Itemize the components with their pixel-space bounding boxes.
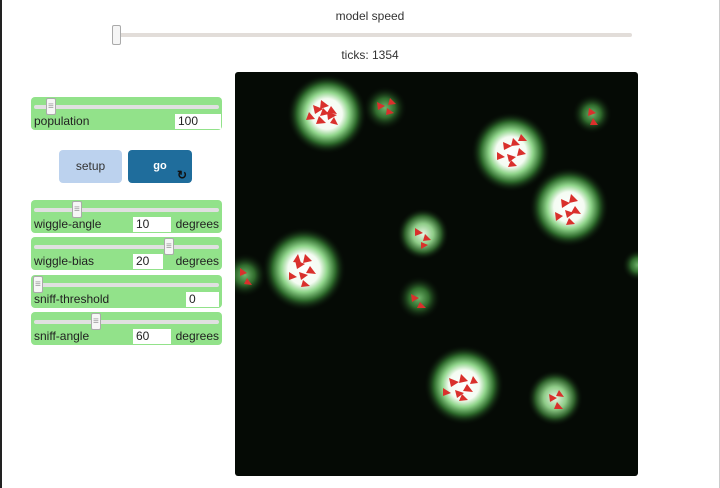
wiggle-bias-slider-widget[interactable]: wiggle-bias 20 degrees [31, 237, 222, 270]
pheromone-blob [363, 86, 407, 130]
population-slider-widget[interactable]: population 100 [31, 97, 222, 130]
wiggle-bias-label: wiggle-bias [34, 254, 95, 268]
sniff-threshold-value[interactable]: 0 [186, 292, 219, 307]
pheromone-blob [471, 112, 551, 192]
world-view[interactable] [235, 72, 638, 476]
wiggle-angle-label: wiggle-angle [34, 217, 102, 231]
pheromone-blob [397, 208, 449, 260]
sniff-threshold-slider-widget[interactable]: sniff-threshold 0 [31, 275, 222, 308]
pheromone-blob [262, 227, 346, 311]
wiggle-bias-slider-thumb[interactable] [164, 238, 174, 255]
sniff-angle-slider-widget[interactable]: sniff-angle 60 degrees [31, 312, 222, 345]
sniff-angle-slider-thumb[interactable] [91, 313, 101, 330]
pheromone-blob [622, 249, 638, 281]
population-slider-thumb[interactable] [46, 98, 56, 115]
sniff-angle-label: sniff-angle [34, 329, 90, 343]
wiggle-angle-slider-track[interactable] [34, 208, 219, 212]
pheromone-blob [424, 345, 504, 425]
sniff-threshold-slider-thumb[interactable] [33, 276, 43, 293]
model-speed-thumb[interactable] [112, 25, 121, 45]
wiggle-angle-value[interactable]: 10 [133, 217, 171, 232]
wiggle-angle-units: degrees [175, 217, 219, 231]
go-button[interactable]: go ↻ [128, 150, 192, 183]
model-speed-slider[interactable] [114, 33, 632, 37]
sniff-angle-value[interactable]: 60 [133, 329, 171, 344]
world-canvas [235, 74, 638, 426]
go-label: go [153, 160, 167, 172]
pheromone-blob [235, 253, 267, 297]
refresh-icon: ↻ [176, 168, 188, 182]
wiggle-bias-value[interactable]: 20 [133, 254, 163, 269]
population-value[interactable]: 100 [175, 114, 221, 129]
sniff-threshold-label: sniff-threshold [34, 292, 110, 306]
setup-button[interactable]: setup [59, 150, 122, 183]
population-slider-track[interactable] [34, 105, 219, 109]
wiggle-angle-slider-widget[interactable]: wiggle-angle 10 degrees [31, 200, 222, 233]
sniff-threshold-slider-track[interactable] [34, 283, 219, 287]
ticks-counter: ticks: 1354 [341, 48, 399, 62]
model-speed-label: model speed [335, 9, 405, 23]
wiggle-bias-slider-track[interactable] [34, 245, 219, 249]
wiggle-bias-units: degrees [175, 254, 219, 268]
pheromone-blob [529, 167, 609, 247]
population-label: population [34, 114, 90, 128]
wiggle-angle-slider-thumb[interactable] [72, 201, 82, 218]
sniff-angle-slider-track[interactable] [34, 320, 219, 324]
window-left-border [0, 0, 2, 488]
sniff-angle-units: degrees [175, 329, 219, 343]
